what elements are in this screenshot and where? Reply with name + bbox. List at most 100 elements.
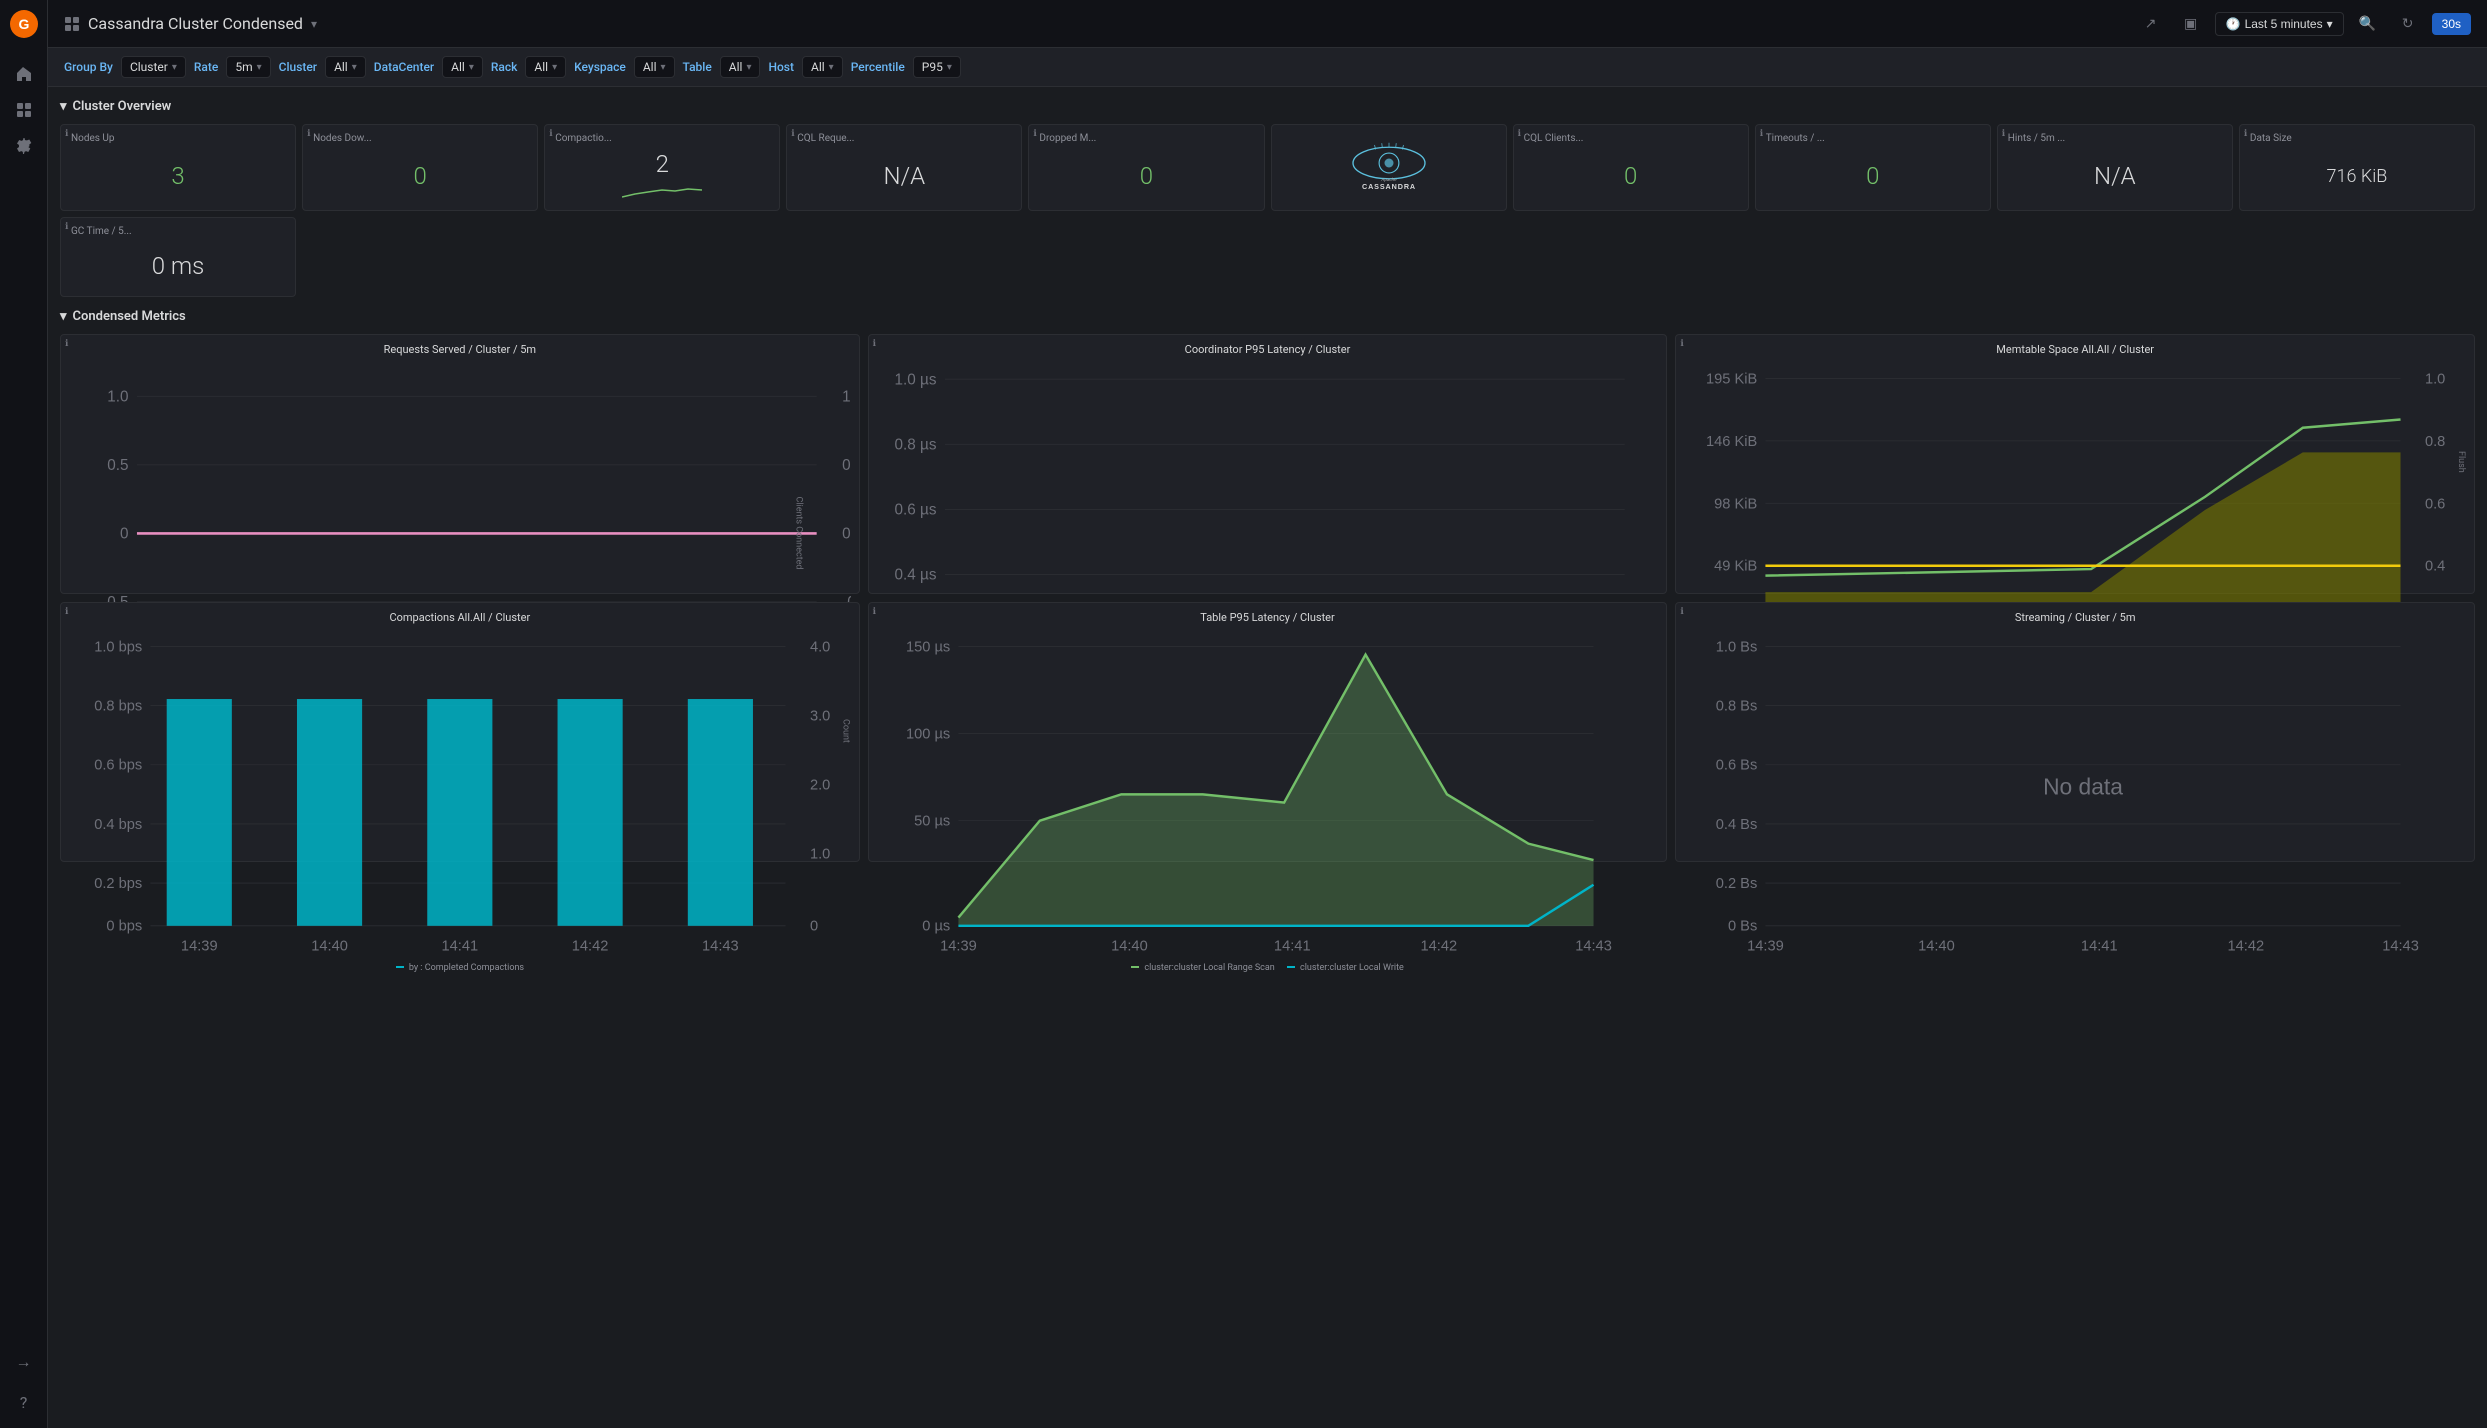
sidebar-home-icon[interactable] [8, 58, 40, 90]
topbar-left: Cassandra Cluster Condensed ▾ [64, 14, 317, 33]
compactions-dot [396, 966, 404, 968]
refresh-countdown-icon[interactable]: ↻ [2392, 8, 2424, 40]
timeouts-title: Timeouts / ... [1766, 133, 1980, 144]
rate-label: Rate [194, 60, 218, 74]
flush-label: Flush [2456, 451, 2466, 473]
cql-requests-value: N/A [797, 150, 1011, 202]
cql-clients-card: ℹ CQL Clients... 0 [1513, 124, 1749, 211]
svg-text:14:39: 14:39 [1747, 938, 1784, 954]
table-latency-legend: cluster:cluster Local Range Scan cluster… [877, 963, 1659, 973]
streaming-title: Streaming / Cluster / 5m [1684, 611, 2466, 624]
group-by-select[interactable]: Cluster ▾ [121, 56, 186, 78]
cluster-select[interactable]: All ▾ [325, 56, 366, 78]
tv-icon[interactable]: ▣ [2175, 8, 2207, 40]
table-label: Table [683, 60, 712, 74]
timeouts-value: 0 [1766, 150, 1980, 202]
svg-text:0.8 µs: 0.8 µs [894, 436, 936, 453]
svg-text:0.2 bps: 0.2 bps [94, 876, 142, 892]
compactions-svg: 1.0 bps 0.8 bps 0.6 bps 0.4 bps 0.2 bps … [69, 630, 851, 959]
title-dropdown-icon[interactable]: ▾ [311, 17, 317, 31]
compactions-graph: ℹ Compactions All.All / Cluster [60, 602, 860, 862]
svg-text:0.8: 0.8 [2425, 434, 2445, 450]
cassandra-logo-card: Apache CASSANDRA [1271, 124, 1507, 211]
table-latency-title: Table P95 Latency / Cluster [877, 611, 1659, 624]
graph-info-4: ℹ [65, 607, 68, 617]
condensed-metrics-title: Condensed Metrics [73, 309, 186, 324]
svg-text:G: G [18, 16, 29, 32]
table-latency-svg: 150 µs 100 µs 50 µs 0 µs 14:39 14:40 [877, 630, 1659, 959]
table-value: All [729, 60, 743, 74]
svg-text:3.0: 3.0 [810, 708, 830, 724]
table-select[interactable]: All ▾ [720, 56, 761, 78]
condensed-metrics-header[interactable]: ▾ Condensed Metrics [60, 309, 2475, 324]
svg-text:1.0 µs: 1.0 µs [894, 371, 936, 388]
sidebar-settings-icon[interactable] [8, 130, 40, 162]
share-icon[interactable]: ↗ [2135, 8, 2167, 40]
rate-arrow: ▾ [257, 62, 262, 73]
dashboard-title: Cassandra Cluster Condensed [88, 14, 303, 33]
local-write-dot [1287, 966, 1295, 968]
datacenter-value: All [451, 60, 465, 74]
rack-select[interactable]: All ▾ [525, 56, 566, 78]
host-select[interactable]: All ▾ [802, 56, 843, 78]
keyspace-select[interactable]: All ▾ [634, 56, 675, 78]
cluster-overview-header[interactable]: ▾ Cluster Overview [60, 99, 2475, 114]
requests-served-title: Requests Served / Cluster / 5m [69, 343, 851, 356]
nodes-up-value: 3 [71, 150, 285, 202]
svg-text:0.6 µs: 0.6 µs [894, 502, 936, 519]
dropped-messages-title: Dropped M... [1039, 133, 1253, 144]
sidebar-signin-icon[interactable]: → [8, 1346, 40, 1378]
compactions-value: 2 [555, 150, 769, 202]
gc-time-value: 0 ms [71, 243, 285, 288]
nodes-up-card: ℹ Nodes Up 3 [60, 124, 296, 211]
timeouts-card: ℹ Timeouts / ... 0 [1755, 124, 1991, 211]
time-range-label: Last 5 minutes [2245, 17, 2323, 31]
search-icon[interactable]: 🔍 [2352, 8, 2384, 40]
compactions-area: 1.0 bps 0.8 bps 0.6 bps 0.4 bps 0.2 bps … [69, 630, 851, 959]
sidebar-dashboards-icon[interactable] [8, 94, 40, 126]
info-icon-7: ℹ [1760, 129, 1763, 139]
grafana-logo[interactable]: G [8, 8, 40, 40]
percentile-arrow: ▾ [947, 62, 952, 73]
percentile-select[interactable]: P95 ▾ [913, 56, 961, 78]
time-range-chevron: ▾ [2327, 17, 2333, 31]
compactions-title: Compactio... [555, 133, 769, 144]
cluster-label: Cluster [279, 60, 317, 74]
rack-value: All [534, 60, 548, 74]
cluster-overview-title: Cluster Overview [73, 99, 172, 114]
refresh-button[interactable]: 30s [2432, 13, 2471, 35]
keyspace-label: Keyspace [574, 60, 626, 74]
svg-text:14:39: 14:39 [940, 938, 977, 954]
grid-icon [64, 16, 80, 32]
svg-text:14:39: 14:39 [181, 938, 218, 954]
svg-text:1.0 Bs: 1.0 Bs [1716, 639, 1758, 655]
rate-select[interactable]: 5m ▾ [226, 56, 270, 78]
hints-value: N/A [2008, 150, 2222, 202]
sidebar-bottom: → ? [8, 1344, 40, 1420]
nodes-down-value: 0 [313, 150, 527, 202]
svg-text:Apache: Apache [1380, 177, 1397, 182]
table-latency-graph: ℹ Table P95 Latency / Cluster 150 µs 100… [868, 602, 1668, 862]
group-by-arrow: ▾ [172, 62, 177, 73]
rack-arrow: ▾ [552, 62, 557, 73]
svg-text:14:43: 14:43 [2383, 938, 2420, 954]
svg-text:14:43: 14:43 [702, 938, 739, 954]
svg-text:49 KiB: 49 KiB [1714, 559, 1757, 575]
data-size-card: ℹ Data Size 716 KiB [2239, 124, 2475, 211]
svg-text:0.8 bps: 0.8 bps [94, 698, 142, 714]
main-content: Cassandra Cluster Condensed ▾ ↗ ▣ 🕐 Last… [48, 0, 2487, 1428]
streaming-svg: 1.0 Bs 0.8 Bs 0.6 Bs 0.4 Bs 0.2 Bs 0 Bs … [1684, 630, 2466, 959]
svg-text:14:42: 14:42 [2228, 938, 2265, 954]
condensed-metrics-section: ▾ Condensed Metrics ℹ Requests Served / … [60, 309, 2475, 862]
requests-served-graph: ℹ Requests Served / Cluster / 5m 1.0 [60, 334, 860, 594]
info-icon-2: ℹ [307, 129, 310, 139]
datacenter-select[interactable]: All ▾ [442, 56, 483, 78]
table-arrow: ▾ [746, 62, 751, 73]
svg-text:1.0: 1.0 [842, 388, 850, 405]
y2-label-requests: Clients Connected [793, 497, 803, 570]
sidebar-help-icon[interactable]: ? [8, 1386, 40, 1418]
compactions-legend-item: by : Completed Compactions [396, 963, 525, 973]
time-range-button[interactable]: 🕐 Last 5 minutes ▾ [2215, 12, 2344, 36]
cql-requests-title: CQL Reque... [797, 133, 1011, 144]
collapse-icon-2: ▾ [60, 309, 67, 324]
